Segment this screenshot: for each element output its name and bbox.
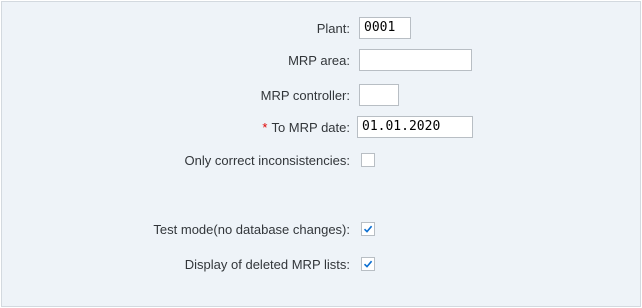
selection-screen: Plant: MRP area: MRP controller: *To MRP… xyxy=(1,1,641,307)
test-mode-row: Test mode(no database changes): xyxy=(2,218,640,242)
required-marker: * xyxy=(262,120,268,135)
mrp-area-label: MRP area: xyxy=(288,53,350,68)
display-deleted-row: Display of deleted MRP lists: xyxy=(2,253,640,277)
mrp-area-row: MRP area: xyxy=(2,49,640,73)
mrp-area-input[interactable] xyxy=(359,49,472,71)
plant-label: Plant: xyxy=(316,21,350,36)
to-mrp-date-label-wrap: * To MRP date: xyxy=(262,116,350,140)
plant-row: Plant: xyxy=(2,17,640,41)
to-mrp-date-input[interactable] xyxy=(357,116,473,138)
checkmark-icon xyxy=(363,260,373,268)
only-correct-checkbox[interactable] xyxy=(361,153,375,167)
plant-input[interactable] xyxy=(359,17,411,39)
mrp-controller-label: MRP controller: xyxy=(260,88,350,103)
test-mode-label: Test mode(no database changes): xyxy=(153,222,350,237)
display-deleted-checkbox[interactable] xyxy=(361,257,375,271)
only-correct-label: Only correct inconsistencies: xyxy=(184,153,350,168)
to-mrp-date-label: To MRP date: xyxy=(271,120,350,135)
mrp-controller-input[interactable] xyxy=(359,84,399,106)
display-deleted-label: Display of deleted MRP lists: xyxy=(184,257,350,272)
only-correct-row: Only correct inconsistencies: xyxy=(2,149,640,173)
checkmark-icon xyxy=(363,225,373,233)
mrp-controller-row: MRP controller: xyxy=(2,84,640,108)
test-mode-checkbox[interactable] xyxy=(361,222,375,236)
to-mrp-date-row: * To MRP date: xyxy=(2,116,640,140)
